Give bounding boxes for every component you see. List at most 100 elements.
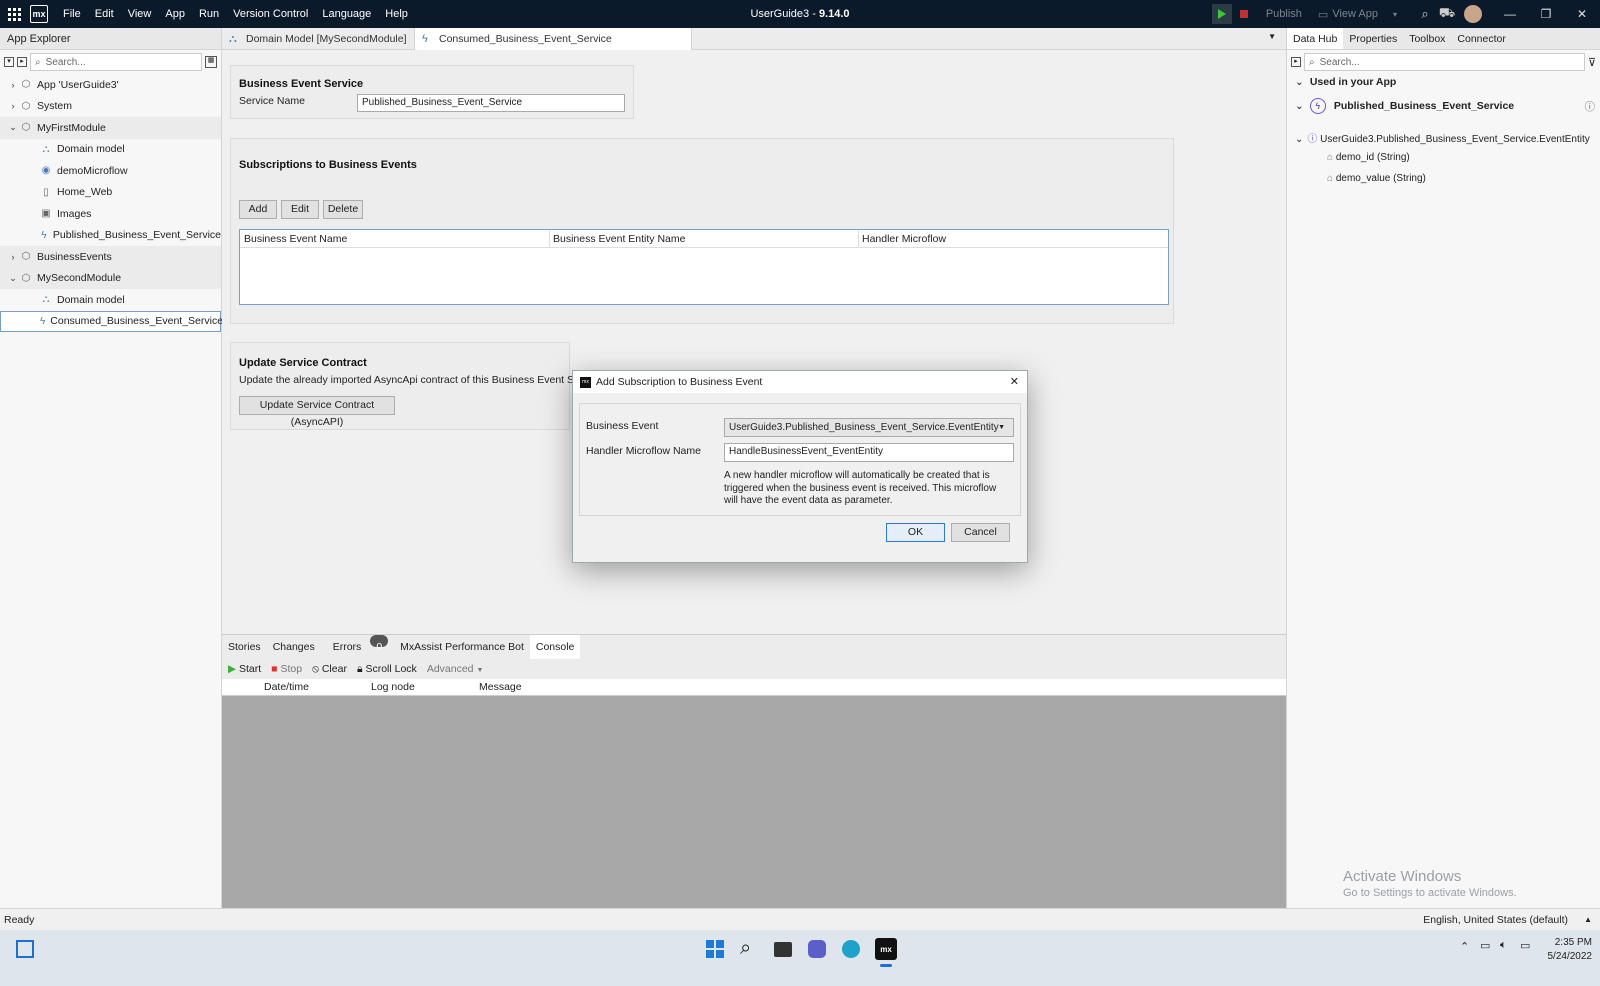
edit-button[interactable]: Edit — [281, 200, 319, 219]
widgets-icon[interactable] — [16, 940, 34, 958]
chevron-up-icon[interactable]: ▲ — [1584, 909, 1592, 931]
tree-item-domain-model-2[interactable]: ⛬ Domain model — [0, 289, 221, 311]
clock[interactable]: 2:35 PM 5/24/2022 — [1542, 936, 1593, 964]
used-in-app-section[interactable]: ⌄ Used in your App — [1295, 76, 1396, 88]
attribute-item[interactable]: ⌂ demo_value (String) — [1327, 173, 1426, 184]
add-button[interactable]: Add — [239, 200, 277, 219]
view-app-button[interactable]: ▭ View App — [1312, 8, 1384, 21]
advanced-dropdown[interactable]: Advanced ▼ — [427, 663, 484, 675]
chevron-right-icon[interactable]: › — [6, 101, 20, 111]
service-name-input[interactable]: Published_Business_Event_Service — [357, 94, 625, 112]
subscriptions-grid[interactable]: Business Event Name Business Event Entit… — [239, 229, 1169, 305]
expand-panel-icon[interactable]: ▸ — [1291, 57, 1301, 67]
cancel-button[interactable]: Cancel — [951, 523, 1010, 542]
menu-view[interactable]: View — [121, 0, 159, 28]
battery-icon[interactable]: ▭ — [1520, 939, 1530, 952]
chevron-down-icon[interactable]: ⌄ — [6, 122, 20, 133]
filter-icon[interactable]: ⊽ — [1588, 56, 1596, 69]
stop-console-button[interactable]: ■ Stop — [271, 663, 302, 675]
collapse-all-icon[interactable]: ▾ — [4, 57, 14, 67]
menu-edit[interactable]: Edit — [88, 0, 121, 28]
language-selector[interactable]: English, United States (default) — [1423, 909, 1568, 931]
chevron-down-icon[interactable]: ⌄ — [6, 273, 20, 284]
tree-item-myfirstmodule[interactable]: ⌄ ⬡ MyFirstModule — [0, 117, 221, 139]
service-node[interactable]: ⌄ ϟ Published_Business_Event_Service ⓘ — [1295, 98, 1595, 114]
run-button[interactable] — [1211, 4, 1232, 24]
handler-microflow-input[interactable]: HandleBusinessEvent_EventEntity — [724, 443, 1014, 462]
menu-help[interactable]: Help — [378, 0, 415, 28]
col-datetime[interactable]: Date/time — [264, 681, 309, 693]
search-taskbar-icon[interactable]: ⌕ — [740, 937, 751, 960]
tab-stories[interactable]: Stories — [222, 635, 267, 659]
chevron-right-icon[interactable]: › — [6, 80, 20, 90]
clear-button[interactable]: ⦸ Clear — [312, 663, 347, 676]
menu-file[interactable]: File — [56, 0, 88, 28]
update-contract-button[interactable]: Update Service Contract (AsyncAPI) — [239, 396, 395, 428]
info-icon[interactable]: ⓘ — [1585, 99, 1596, 114]
tab-consumed-service[interactable]: ϟConsumed_Business_Event_Service [MySeco… — [414, 28, 692, 67]
speaker-icon[interactable]: 🔈︎ — [1500, 939, 1507, 952]
advanced-label: Advanced — [426, 663, 474, 675]
chat-icon[interactable]: ⌕ — [1414, 6, 1436, 22]
edge-icon[interactable] — [842, 940, 860, 958]
close-icon[interactable]: ✕ — [1010, 375, 1019, 388]
tree-item-mysecondmodule[interactable]: ⌄ ⬡ MySecondModule — [0, 267, 221, 289]
app-launcher-icon[interactable] — [0, 0, 28, 28]
filter-view-icon[interactable]: ▦ — [205, 56, 217, 68]
avatar[interactable] — [1464, 5, 1482, 23]
scroll-lock-button[interactable]: 🔒︎ Scroll Lock — [357, 663, 417, 676]
menu-run[interactable]: Run — [192, 0, 226, 28]
tab-connector[interactable]: Connector — [1451, 28, 1511, 49]
tree-item-demomicroflow[interactable]: ◉ demoMicroflow — [0, 160, 221, 182]
business-event-select[interactable]: UserGuide3.Published_Business_Event_Serv… — [724, 418, 1014, 437]
expand-all-icon[interactable]: ▸ — [17, 57, 27, 67]
entity-node[interactable]: ⌄ ⓘ UserGuide3.Published_Business_Event_S… — [1295, 130, 1590, 145]
col-business-event-name[interactable]: Business Event Name — [244, 233, 347, 245]
marketplace-cart-icon[interactable]: ⛟ — [1436, 5, 1458, 23]
tab-toolbox[interactable]: Toolbox — [1403, 28, 1451, 49]
tab-data-hub[interactable]: Data Hub — [1287, 28, 1344, 49]
tree-item-published-service[interactable]: ϟ Published_Business_Event_Service — [0, 225, 221, 247]
minimize-icon[interactable]: — — [1492, 7, 1528, 21]
tree-label: Domain model — [57, 293, 125, 306]
menu-language[interactable]: Language — [315, 0, 378, 28]
col-log-node[interactable]: Log node — [371, 681, 415, 693]
tree-item-images[interactable]: ▣ Images — [0, 203, 221, 225]
col-handler-microflow[interactable]: Handler Microflow — [862, 233, 946, 245]
start-icon[interactable] — [706, 940, 724, 958]
menu-app[interactable]: App — [158, 0, 192, 28]
network-icon[interactable]: ▭ — [1480, 939, 1490, 952]
col-message[interactable]: Message — [479, 681, 522, 693]
tab-console[interactable]: Console — [529, 635, 581, 659]
delete-button[interactable]: Delete — [323, 200, 363, 219]
ok-button[interactable]: OK — [886, 523, 945, 542]
tray-chevron-up-icon[interactable]: ⌃ — [1460, 940, 1469, 953]
tree-item-businessevents[interactable]: › ⬡ BusinessEvents — [0, 246, 221, 268]
tree-item-system[interactable]: › ⬡ System — [0, 96, 221, 118]
view-app-dropdown-icon[interactable]: ▾ — [1384, 10, 1406, 19]
tree-item-domain-model-1[interactable]: ⛬ Domain model — [0, 139, 221, 161]
tab-mxassist[interactable]: MxAssist Performance Bot — [394, 635, 530, 659]
menu-version-control[interactable]: Version Control — [226, 0, 315, 28]
publish-button[interactable]: Publish — [1256, 8, 1312, 20]
mendix-taskbar-icon[interactable]: mx — [875, 938, 897, 960]
tab-properties[interactable]: Properties — [1343, 28, 1403, 49]
tab-domain-model[interactable]: ⛬ Domain Model [MySecondModule] — [222, 28, 414, 50]
col-business-event-entity-name[interactable]: Business Event Entity Name — [553, 233, 685, 245]
start-button[interactable]: ▶ Start — [228, 663, 261, 675]
tree-item-consumed-service[interactable]: ϟ Consumed_Business_Event_Service — [0, 310, 223, 332]
tab-errors[interactable]: Errors 0 — [321, 635, 394, 659]
stop-button[interactable] — [1234, 4, 1254, 24]
app-explorer-search[interactable]: ⌕ Search... — [30, 53, 202, 71]
tab-overflow-icon[interactable]: ▼ — [1268, 32, 1276, 41]
tab-changes[interactable]: Changes — [267, 635, 321, 659]
tree-item-home-web[interactable]: ▯ Home_Web — [0, 182, 221, 204]
close-window-icon[interactable]: ✕ — [1564, 7, 1600, 21]
attribute-item[interactable]: ⌂ demo_id (String) — [1327, 152, 1410, 163]
restore-icon[interactable]: ❐ — [1528, 7, 1564, 21]
teams-chat-icon[interactable] — [808, 940, 826, 958]
chevron-right-icon[interactable]: › — [6, 252, 20, 262]
tree-item-app[interactable]: › ⬡ App 'UserGuide3' — [0, 74, 221, 96]
data-hub-search[interactable]: ⌕ Search... — [1304, 53, 1585, 71]
file-explorer-icon[interactable] — [774, 942, 792, 957]
